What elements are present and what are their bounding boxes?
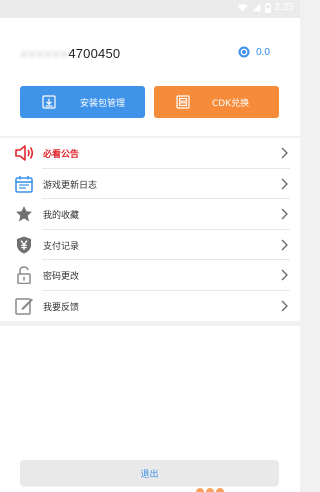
menu-item-label: 我要反馈: [43, 302, 80, 313]
decorative-dot: [206, 488, 214, 492]
menu-item-payment-records[interactable]: 支付记录: [0, 230, 300, 261]
menu-item-announcement[interactable]: 必看公告: [0, 138, 300, 169]
package-manager-button[interactable]: 安装包管理: [20, 86, 145, 118]
menu-item-change-password[interactable]: 密码更改: [0, 260, 300, 291]
chevron-right-icon: [281, 300, 288, 311]
balance[interactable]: 0.0: [238, 46, 270, 58]
wifi-icon: [237, 4, 248, 12]
star-icon: [16, 206, 32, 222]
menu-item-label: 我的收藏: [43, 211, 80, 221]
account-id-text: 4700450: [68, 46, 121, 61]
account-id: ●●●●●●4700450: [20, 46, 120, 61]
account-card: ●●●●●●4700450 0.0 安装包管理 CDK兑换: [0, 18, 300, 136]
battery-icon: [264, 2, 271, 13]
chevron-right-icon: [281, 239, 288, 250]
calendar-icon: [15, 175, 33, 193]
speaker-icon: [15, 145, 34, 161]
menu-item-favorites[interactable]: 我的收藏: [0, 199, 300, 230]
decorative-dot: [196, 488, 204, 492]
status-icons: 2:25: [237, 2, 294, 13]
cdk-redeem-button[interactable]: CDK兑换: [154, 86, 279, 118]
edit-icon: [15, 297, 33, 315]
chevron-right-icon: [281, 178, 288, 189]
chevron-right-icon: [281, 269, 288, 281]
signal-icon: [252, 3, 261, 12]
yen-shield-icon: [17, 236, 31, 253]
menu-item-label: 游戏更新日志: [43, 180, 98, 191]
status-bar: 2:25: [0, 0, 300, 18]
menu-item-label: 密码更改: [43, 272, 80, 282]
cdk-redeem-label: CDK兑换: [212, 99, 250, 109]
status-time: 2:25: [274, 2, 294, 13]
account-id-masked: ●●●●●●: [20, 46, 69, 61]
menu-item-feedback[interactable]: 我要反馈: [0, 291, 300, 322]
ticket-icon: [176, 95, 190, 109]
chevron-right-icon: [281, 147, 288, 159]
logout-label: 退出: [140, 469, 159, 480]
decorative-dots: [196, 488, 224, 492]
coin-icon: [238, 46, 250, 58]
menu-list: 必看公告 游戏更新日志 我的收藏 支付记录 密码更改 我要反馈: [0, 138, 300, 321]
package-manager-label: 安装包管理: [80, 99, 126, 109]
logout-button[interactable]: 退出: [20, 460, 279, 486]
balance-value: 0.0: [256, 46, 270, 58]
decorative-dot: [216, 488, 224, 492]
menu-item-update-log[interactable]: 游戏更新日志: [0, 169, 300, 200]
lock-icon: [17, 266, 31, 284]
download-box-icon: [42, 95, 56, 109]
menu-item-label: 支付记录: [43, 241, 80, 252]
chevron-right-icon: [281, 208, 288, 220]
menu-item-label: 必看公告: [43, 150, 80, 160]
